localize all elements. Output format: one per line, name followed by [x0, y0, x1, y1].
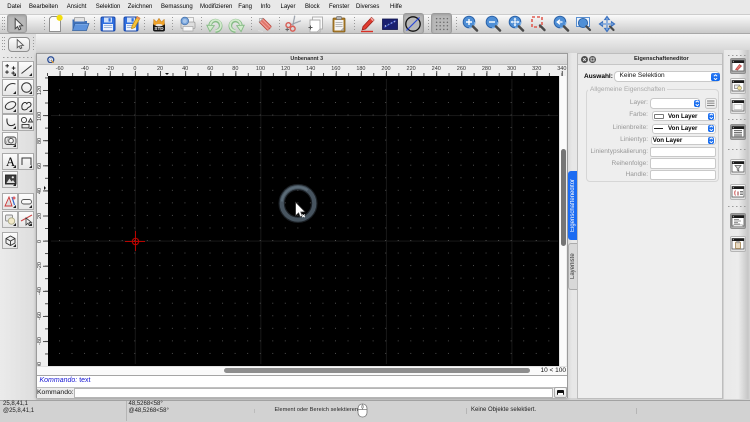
svg-text:STD: STD [154, 26, 164, 31]
